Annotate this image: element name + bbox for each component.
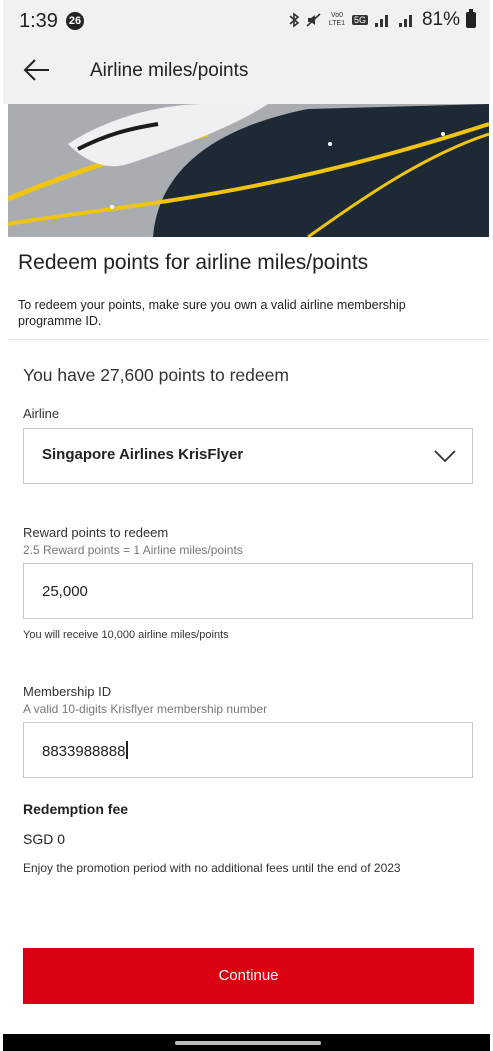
redemption-fee-label: Redemption fee <box>23 801 129 817</box>
battery-level: 81% <box>421 9 460 30</box>
membership-id-input[interactable]: 8833988888 <box>23 722 473 778</box>
5g-label: 5G <box>351 15 368 25</box>
volte-label: Vo0 LTE1 <box>328 12 346 27</box>
status-icons: Vo0 LTE1 5G 81% <box>288 9 476 31</box>
redemption-fee-note: Enjoy the promotion period with no addit… <box>23 861 401 875</box>
app-bar: Airline miles/points <box>3 38 490 104</box>
continue-button[interactable]: Continue <box>23 948 474 1004</box>
bluetooth-icon <box>289 12 300 28</box>
reward-points-note: You will receive 10,000 airline miles/po… <box>23 629 229 641</box>
airplane-illustration <box>8 104 489 237</box>
intro-heading: Redeem points for airline miles/points <box>18 251 369 274</box>
chevron-down-icon <box>434 450 456 463</box>
intro-text: To redeem your points, make sure you own… <box>18 298 406 328</box>
intro-card: Redeem points for airline miles/points T… <box>8 237 489 340</box>
back-arrow-icon[interactable] <box>23 58 51 82</box>
text-cursor <box>126 741 128 759</box>
signal-icon-2 <box>398 15 412 27</box>
page-title: Airline miles/points <box>90 60 249 81</box>
system-nav-bar <box>3 1034 490 1051</box>
membership-id-value: 8833988888 <box>42 743 126 760</box>
membership-id-hint: A valid 10-digits Krisflyer membership n… <box>23 702 268 716</box>
battery-icon <box>466 9 476 28</box>
hero-image <box>8 104 489 237</box>
notification-count-badge: 26 <box>66 12 84 30</box>
redemption-fee-value: SGD 0 <box>23 831 66 847</box>
reward-points-hint: 2.5 Reward points = 1 Airline miles/poin… <box>23 543 243 557</box>
mute-icon <box>306 13 321 27</box>
reward-points-input[interactable]: 25,000 <box>23 563 473 619</box>
airline-dropdown[interactable]: Singapore Airlines KrisFlyer <box>23 428 473 484</box>
reward-points-label: Reward points to redeem <box>23 525 169 540</box>
app-screen: 1:39 26 Vo0 LTE1 5G 81% Airline miles/po… <box>3 0 490 1051</box>
home-gesture-handle[interactable] <box>175 1041 321 1045</box>
points-summary: You have 27,600 points to redeem <box>23 365 289 385</box>
status-bar: 1:39 26 Vo0 LTE1 5G 81% <box>3 0 490 38</box>
signal-icon <box>374 15 388 27</box>
airline-label: Airline <box>23 406 60 421</box>
membership-id-label: Membership ID <box>23 684 112 699</box>
status-time: 1:39 <box>19 10 58 32</box>
airline-selected-value: Singapore Airlines KrisFlyer <box>42 446 244 463</box>
reward-points-value: 25,000 <box>42 583 88 600</box>
